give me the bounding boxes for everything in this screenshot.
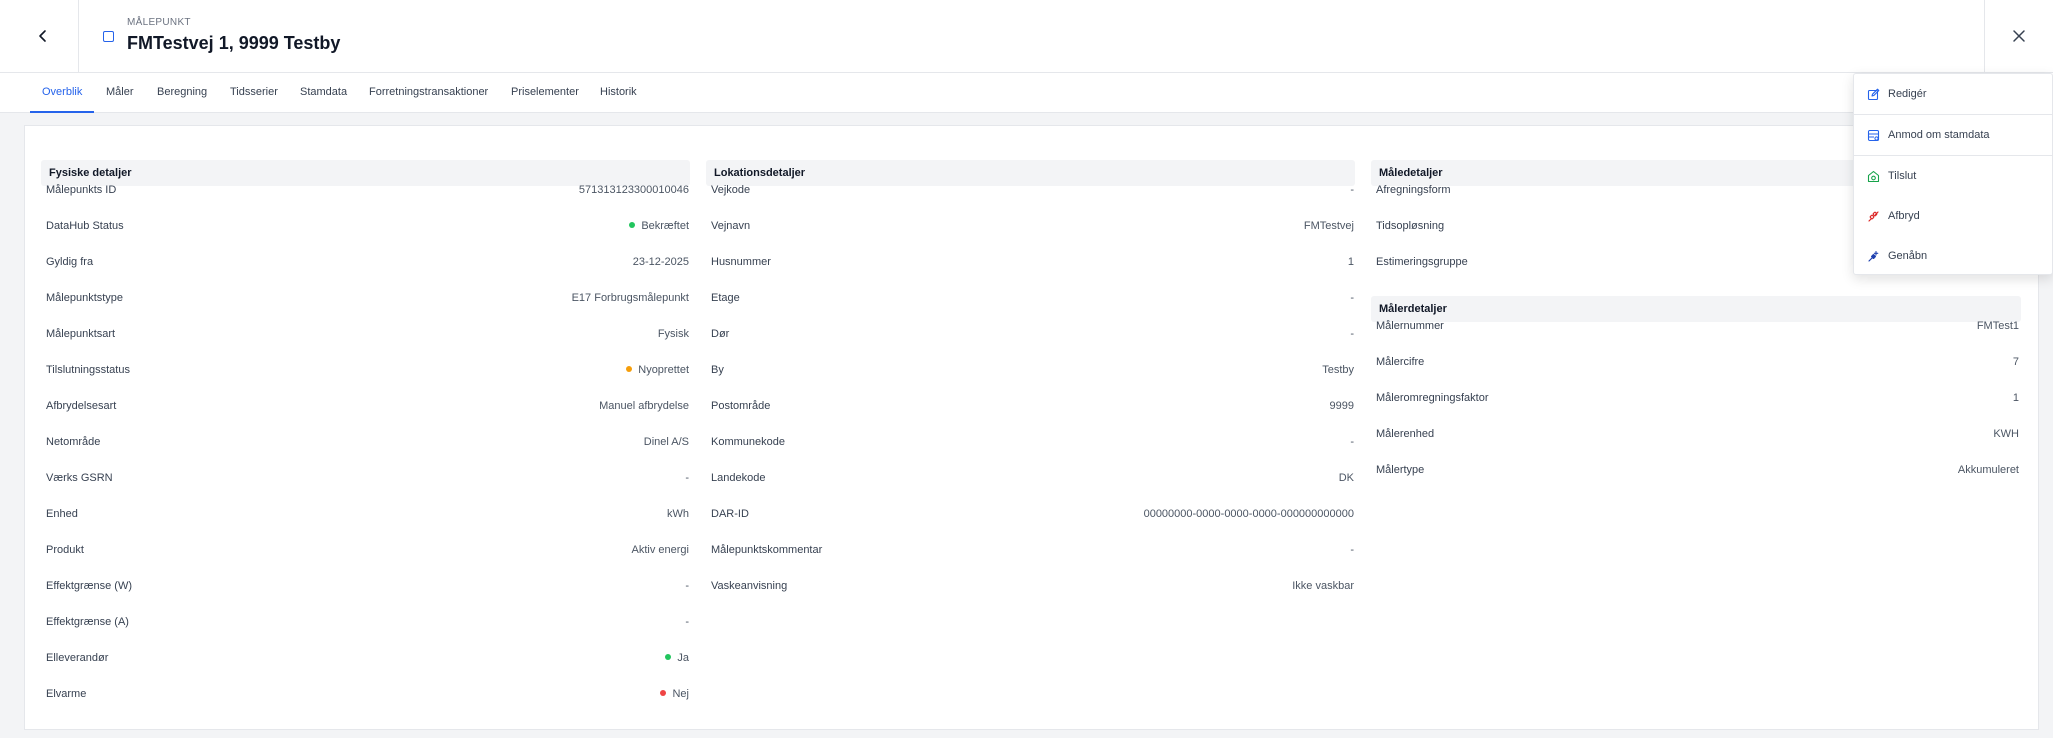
tab-priselementer[interactable]: Priselementer [499,73,591,113]
disconnect-icon [1868,210,1879,222]
tab-maaler[interactable]: Måler [94,73,146,113]
table-row: Gyldig fra 23-12-2025 [46,256,689,268]
table-row: Værks GSRN - [46,472,689,484]
table-row: Netområde Dinel A/S [46,436,689,448]
table-row: Vaskeanvisning Ikke vaskbar [711,580,1354,592]
tab-stamdata[interactable]: Stamdata [288,73,359,113]
status-dot [629,222,636,228]
menu-item-label: Tilslut [1888,170,1917,182]
reconnect-icon [1868,250,1879,262]
overview-card: Fysiske detaljer Målepunkts ID 5713131233… [24,125,2039,730]
table-row: By Testby [711,364,1354,376]
tab-historik[interactable]: Historik [588,73,649,113]
tab-beregning[interactable]: Beregning [145,73,219,113]
edit-icon [1867,88,1880,100]
content-area: Fysiske detaljer Målepunkts ID 5713131233… [0,113,2053,738]
tab-tidsserier[interactable]: Tidsserier [218,73,290,113]
database-request-icon [1867,129,1880,141]
table-row: Målertype Akkumuleret [1376,464,2019,476]
tab-bar: Overblik Måler Beregning Tidsserier Stam… [0,73,2053,113]
table-row: Målepunktstype E17 Forbrugsmålepunkt [46,292,689,304]
table-row: Målerenhed KWH [1376,428,2019,440]
table-row: Kommunekode - [711,436,1354,448]
chevron-left-icon [39,30,46,42]
table-row: Målernummer FMTest1 [1376,320,2019,332]
table-row: Husnummer 1 [711,256,1354,268]
table-row: Målepunktsart Fysisk [46,328,689,340]
table-row: Etage - [711,292,1354,304]
close-button[interactable] [1984,0,2053,72]
tab-forretningstransaktioner[interactable]: Forretningstransaktioner [357,73,500,113]
back-button[interactable] [8,0,79,72]
menu-item-label: Redigér [1888,88,1927,100]
status-text: Nyoprettet [638,364,689,376]
menu-item-anmod-om-stamdata[interactable]: Anmod om stamdata [1854,115,2053,155]
table-row: DAR-ID 00000000-0000-0000-0000-0000000000… [711,508,1354,520]
table-row: Enhed kWh [46,508,689,520]
page-title: FMTestvej 1, 9999 Testby [127,33,341,53]
table-row: Tilslutningsstatus Nyoprettet [46,364,689,376]
table-row: Landekode DK [711,472,1354,484]
page-header: MÅLEPUNKT FMTestvej 1, 9999 Testby [0,0,2053,73]
status-text: Ja [677,652,689,664]
table-row: Elvarme Nej [46,688,689,700]
status-dot [660,690,667,696]
menu-item-afbryd[interactable]: Afbryd [1854,196,2053,236]
status-text: Bekræftet [641,220,689,232]
table-row: Målepunktskommentar - [711,544,1354,556]
table-row: Vejkode - [711,184,1354,196]
table-row: Postområde 9999 [711,400,1354,412]
select-checkbox[interactable] [103,31,114,42]
menu-item-label: Genåbn [1888,250,1928,262]
table-row: Elleverandør Ja [46,652,689,664]
status-dot [626,366,633,372]
status-dot [665,654,672,660]
page-subtitle: MÅLEPUNKT [127,17,191,28]
table-row: Effektgrænse (A) - [46,616,689,628]
table-row: Afbrydelsesart Manuel afbrydelse [46,400,689,412]
connect-icon [1867,170,1880,182]
table-row: Dør - [711,328,1354,340]
table-row: Effektgrænse (W) - [46,580,689,592]
table-row: Vejnavn FMTestvej [711,220,1354,232]
close-icon [2013,30,2025,42]
status-text: Nej [672,688,689,700]
table-row: Målercifre 7 [1376,356,2019,368]
actions-menu: Redigér Anmod om stamdata Tilslut Afbryd… [1853,73,2053,275]
table-row: Måleromregningsfaktor 1 [1376,392,2019,404]
menu-item-genaabn[interactable]: Genåbn [1854,236,2053,276]
table-row: Målepunkts ID 571313123300010046 [46,184,689,196]
table-row: DataHub Status Bekræftet [46,220,689,232]
table-row: Produkt Aktiv energi [46,544,689,556]
menu-item-rediger[interactable]: Redigér [1854,74,2053,114]
menu-item-tilslut[interactable]: Tilslut [1854,156,2053,196]
menu-item-label: Anmod om stamdata [1888,129,1990,141]
tab-overblik[interactable]: Overblik [30,73,95,113]
menu-item-label: Afbryd [1888,210,1920,222]
